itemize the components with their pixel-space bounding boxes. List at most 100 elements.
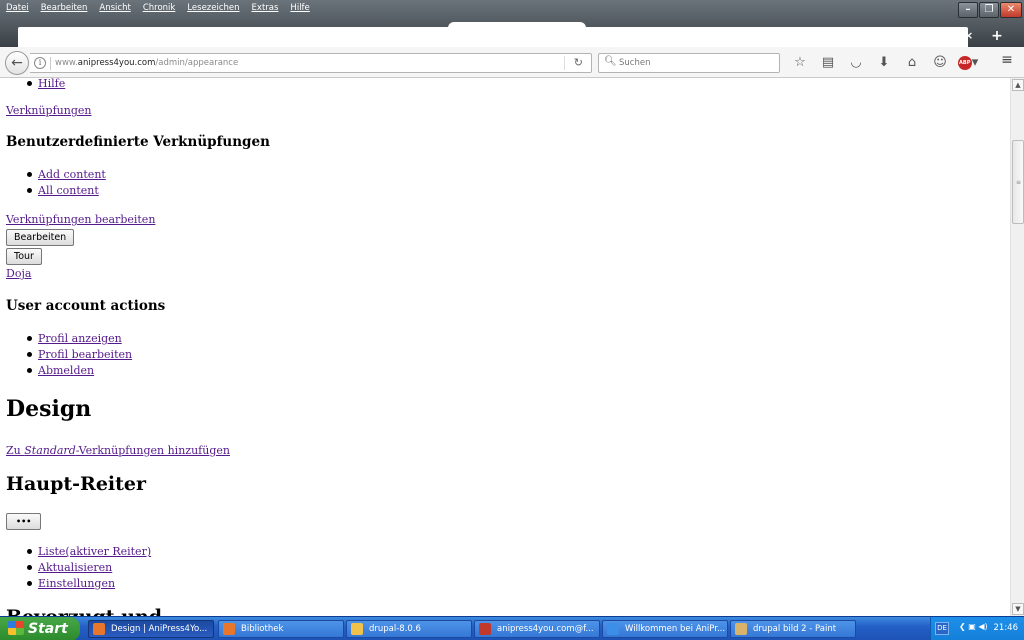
clock[interactable]: 21:46 (994, 623, 1019, 633)
bullet (27, 368, 32, 373)
search-placeholder: Suchen (619, 58, 651, 68)
link-profil-anzeigen[interactable]: Profil anzeigen (38, 332, 122, 345)
reading-list-icon[interactable]: ▤ (814, 53, 842, 73)
menu-extras[interactable]: Extras (246, 0, 285, 16)
system-tray: DE ❮ ▣ ◀) 21:46 (930, 617, 1024, 640)
link-user[interactable]: Doja (6, 267, 31, 280)
abp-icon[interactable]: ABP▾ (954, 53, 982, 73)
task-label: drupal-8.0.6 (369, 624, 421, 634)
bullet (27, 81, 32, 86)
edit-button[interactable]: Bearbeiten (6, 229, 75, 246)
minimize-button[interactable]: – (958, 2, 978, 18)
menu-datei[interactable]: Datei (0, 0, 35, 16)
url-path: /admin/appearance (155, 58, 239, 68)
link-tab-list-active[interactable]: Liste(aktiver Reiter) (38, 545, 151, 558)
window-controls: – ❐ ✕ (958, 2, 1022, 18)
menu-hilfe[interactable]: Hilfe (284, 0, 315, 16)
link-all-content[interactable]: All content (38, 184, 99, 197)
tray-icons[interactable]: ❮ ▣ ◀) (959, 622, 988, 631)
language-indicator[interactable]: DE (935, 622, 949, 635)
link-tab-settings[interactable]: Einstellungen (38, 577, 115, 590)
browser-icon (607, 623, 619, 635)
scroll-down-arrow-icon[interactable]: ▼ (1012, 603, 1024, 615)
windows-logo-icon (8, 621, 24, 635)
start-label: Start (28, 621, 68, 637)
add-std-suffix: -Verknüpfungen hinzufügen (75, 444, 230, 457)
close-tab-icon[interactable]: × (964, 27, 978, 45)
menu-ansicht[interactable]: Ansicht (93, 0, 136, 16)
filezilla-icon (479, 623, 491, 635)
menu-bearbeiten[interactable]: Bearbeiten (35, 0, 94, 16)
restore-button[interactable]: ❐ (979, 2, 999, 18)
bullet (27, 352, 32, 357)
start-button[interactable]: Start (0, 617, 80, 640)
heading-cut-off: Bevorzugt und (6, 606, 162, 616)
task-label: Willkommen bei AniPr... (625, 624, 726, 634)
reload-icon[interactable]: ↻ (574, 56, 583, 69)
task-firefox-design[interactable]: Design | AniPress4Yo... (88, 620, 214, 638)
task-label: Design | AniPress4Yo... (111, 624, 208, 634)
link-abmelden[interactable]: Abmelden (38, 364, 94, 377)
folder-icon (351, 623, 363, 635)
link-profil-bearbeiten[interactable]: Profil bearbeiten (38, 348, 132, 361)
bullet (27, 188, 32, 193)
back-button[interactable]: ← (5, 51, 29, 75)
more-button[interactable]: ••• (6, 513, 42, 530)
scrollbar-thumb[interactable]: ≡ (1012, 140, 1024, 224)
taskbar: Start Design | AniPress4Yo... Bibliothek… (0, 616, 1024, 640)
url-divider (564, 56, 565, 70)
link-add-to-standard-shortcuts[interactable]: Zu Standard-Verknüpfungen hinzufügen (6, 444, 230, 457)
add-std-em: Standard (24, 444, 76, 457)
chat-icon[interactable]: ☺ (926, 53, 954, 73)
bullet (27, 549, 32, 554)
scroll-up-arrow-icon[interactable]: ▲ (1012, 79, 1024, 91)
heading-user-account-actions: User account actions (6, 298, 166, 314)
toolbar-icons: ☆ ▤ ◡ ⬇ ⌂ ☺ ABP▾ (786, 53, 982, 73)
url-separator (50, 57, 51, 70)
info-icon[interactable]: i (34, 57, 46, 69)
close-window-button[interactable]: ✕ (1000, 2, 1022, 18)
firefox-icon (223, 623, 235, 635)
task-paint[interactable]: drupal bild 2 - Paint (730, 620, 856, 638)
url-prefix: www. (55, 58, 78, 68)
link-edit-shortcuts[interactable]: Verknüpfungen bearbeiten (6, 213, 155, 226)
tab-shape (448, 22, 586, 30)
home-icon[interactable]: ⌂ (898, 53, 926, 73)
bookmark-star-icon[interactable]: ☆ (786, 53, 814, 73)
hamburger-menu-icon[interactable]: ≡ (996, 52, 1018, 72)
add-std-prefix: Zu (6, 444, 25, 457)
link-verknuepfungen[interactable]: Verknüpfungen (6, 104, 91, 117)
url-domain: anipress4you.com (77, 58, 156, 68)
pocket-icon[interactable]: ◡ (842, 53, 870, 73)
link-hilfe[interactable]: Hilfe (38, 78, 65, 90)
browser-titlebar: Datei Bearbeiten Ansicht Chronik Lesezei… (0, 0, 1024, 47)
paint-icon (735, 623, 747, 635)
url-bar[interactable]: i www.anipress4you.com/admin/appearance … (30, 53, 592, 73)
task-bibliothek[interactable]: Bibliothek (218, 620, 344, 638)
link-tab-update[interactable]: Aktualisieren (38, 561, 112, 574)
bullet (27, 565, 32, 570)
download-icon[interactable]: ⬇ (870, 53, 898, 73)
menu-lesezeichen[interactable]: Lesezeichen (181, 0, 245, 16)
search-icon: 🔍︎ (604, 56, 617, 67)
task-filezilla[interactable]: anipress4you.com@f... (474, 620, 600, 638)
menubar: Datei Bearbeiten Ansicht Chronik Lesezei… (0, 0, 316, 16)
task-drupal-folder[interactable]: drupal-8.0.6 (346, 620, 472, 638)
url-text[interactable]: www.anipress4you.com/admin/appearance (55, 57, 238, 69)
tour-button[interactable]: Tour (6, 248, 42, 265)
page-content: Hilfe Verknüpfungen Benutzerdefinierte V… (0, 78, 1010, 616)
new-tab-button[interactable]: + (986, 27, 1008, 45)
menu-chronik[interactable]: Chronik (137, 0, 182, 16)
active-tab[interactable] (18, 22, 968, 47)
task-willkommen[interactable]: Willkommen bei AniPr... (602, 620, 728, 638)
abp-label: ABP (957, 55, 972, 70)
heading-main-tabs: Haupt-Reiter (6, 473, 146, 495)
vertical-scrollbar[interactable]: ▲ ≡ ▼ (1010, 78, 1024, 616)
heading-custom-shortcuts: Benutzerdefinierte Verknüpfungen (6, 134, 270, 150)
bullet (27, 581, 32, 586)
link-add-content[interactable]: Add content (38, 168, 106, 181)
bullet (27, 336, 32, 341)
task-label: anipress4you.com@f... (497, 624, 594, 634)
search-input[interactable]: 🔍︎ Suchen (598, 53, 780, 73)
firefox-icon (93, 623, 105, 635)
